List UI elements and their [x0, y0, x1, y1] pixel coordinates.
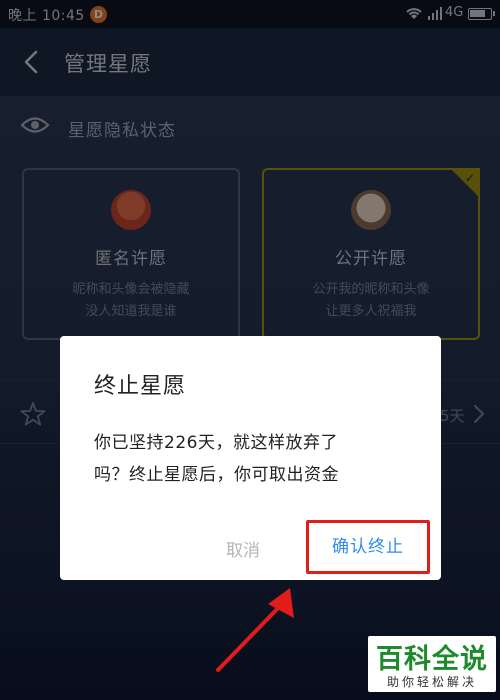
watermark-main-text: 百科全说 [376, 644, 488, 675]
confirm-terminate-button[interactable]: 确认终止 [306, 520, 430, 574]
annotation-arrow [216, 588, 294, 672]
watermark-logo: 百科全说 助你轻松解决 [368, 636, 496, 692]
watermark-sub-text: 助你轻松解决 [386, 675, 477, 689]
dialog-message-line2: 吗？终止星愿后，你可取出资金 [94, 465, 339, 485]
terminate-wish-dialog: 终止星愿 你已坚持226天，就这样放弃了 吗？终止星愿后，你可取出资金 取消 确… [60, 336, 441, 580]
cancel-button[interactable]: 取消 [226, 536, 260, 561]
dialog-title: 终止星愿 [94, 374, 187, 399]
dialog-message-line1: 你已坚持226天，就这样放弃了 [94, 433, 338, 453]
